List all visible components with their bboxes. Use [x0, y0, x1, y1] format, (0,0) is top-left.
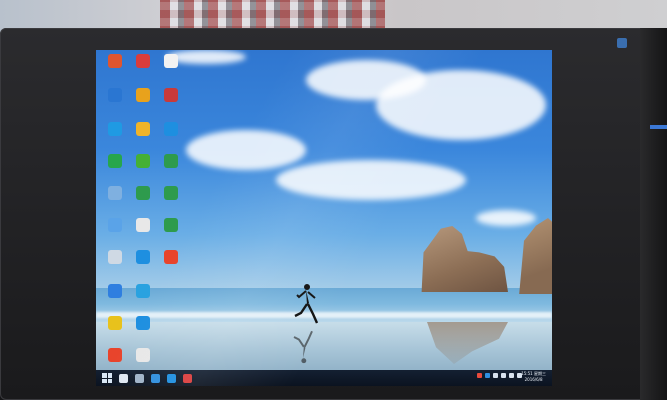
system-tray [477, 373, 522, 378]
monitor-screen: 15:51 星期三 2016/6/8 [96, 50, 552, 386]
volume-icon[interactable] [509, 373, 514, 378]
media-icon[interactable] [102, 154, 128, 180]
bird-icon-glyph [136, 250, 150, 264]
qq-icon[interactable] [102, 122, 128, 148]
document-icon-glyph [136, 218, 150, 232]
app-icon-glyph [136, 54, 150, 68]
tray-icon[interactable] [485, 373, 490, 378]
computer-icon[interactable] [102, 186, 128, 212]
cloud [476, 210, 536, 226]
computer-icon-glyph [108, 186, 122, 200]
power-led [617, 38, 627, 48]
ie-icon[interactable] [158, 122, 184, 148]
browser-icon-glyph [136, 284, 150, 298]
spreadsheet-icon[interactable] [158, 154, 184, 180]
document-icon[interactable] [130, 218, 156, 244]
app-icon[interactable] [130, 122, 156, 148]
game-icon-glyph [164, 88, 178, 102]
ie-icon[interactable] [167, 373, 176, 383]
browser-icon-glyph [108, 88, 122, 102]
chrome-icon[interactable] [102, 316, 128, 342]
shield-icon[interactable] [102, 284, 128, 310]
tray-icon[interactable] [477, 373, 482, 378]
runner-reflection [293, 330, 313, 364]
windows-start-button[interactable] [102, 373, 112, 383]
spreadsheet-icon[interactable] [158, 186, 184, 212]
folder-icon[interactable] [102, 218, 128, 244]
browser-icon[interactable] [102, 88, 128, 114]
app-icon[interactable] [183, 373, 192, 383]
taskbar-clock[interactable]: 15:51 星期三 2016/6/8 [521, 371, 546, 383]
qq-icon[interactable] [151, 373, 160, 383]
bird-icon[interactable] [130, 250, 156, 276]
wechat-icon-glyph [136, 154, 150, 168]
chrome-icon-glyph [108, 316, 122, 330]
game-icon[interactable] [130, 88, 156, 114]
search-icon[interactable] [119, 373, 128, 383]
cloud [186, 130, 306, 170]
rock-formation-right [519, 218, 552, 294]
app-icon[interactable] [130, 54, 156, 80]
ie-icon-glyph [164, 122, 178, 136]
ie-icon-glyph [136, 316, 150, 330]
spreadsheet-icon[interactable] [130, 186, 156, 212]
spreadsheet-icon-glyph [136, 186, 150, 200]
media-icon-glyph [108, 154, 122, 168]
network-icon[interactable] [501, 373, 506, 378]
blue-light [650, 125, 667, 129]
taskbar-apps [112, 373, 192, 383]
qq-icon-glyph [108, 348, 122, 362]
document-icon-glyph [164, 54, 178, 68]
photo-scene: 15:51 星期三 2016/6/8 [0, 0, 667, 400]
spreadsheet-icon-glyph [164, 186, 178, 200]
spreadsheet-icon-glyph [164, 154, 178, 168]
shop-icon-glyph [164, 250, 178, 264]
qq-game-icon-glyph [108, 54, 122, 68]
monitor-side [640, 28, 667, 400]
clock-date: 2016/6/8 [524, 377, 543, 382]
runner-silhouette [294, 284, 319, 324]
rock-formation [421, 226, 508, 292]
task-view-icon[interactable] [135, 373, 144, 383]
folder-icon-glyph [108, 218, 122, 232]
desktop-icons [102, 54, 192, 362]
shop-icon[interactable] [158, 250, 184, 276]
taskbar: 15:51 星期三 2016/6/8 [96, 370, 552, 386]
app-icon-glyph [108, 250, 122, 264]
spreadsheet-icon[interactable] [158, 218, 184, 244]
game-icon[interactable] [158, 88, 184, 114]
app-icon[interactable] [102, 250, 128, 276]
qq-game-icon[interactable] [102, 54, 128, 80]
shield-icon-glyph [108, 284, 122, 298]
app-icon-glyph [136, 122, 150, 136]
document-icon[interactable] [158, 54, 184, 80]
spreadsheet-icon-glyph [164, 218, 178, 232]
ie-icon[interactable] [130, 316, 156, 342]
browser-icon[interactable] [130, 284, 156, 310]
cloud [376, 70, 546, 140]
wechat-icon[interactable] [130, 154, 156, 180]
tray-icon[interactable] [493, 373, 498, 378]
cloud [276, 160, 466, 200]
pdf-icon-glyph [136, 348, 150, 362]
game-icon-glyph [136, 88, 150, 102]
qq-icon-glyph [108, 122, 122, 136]
